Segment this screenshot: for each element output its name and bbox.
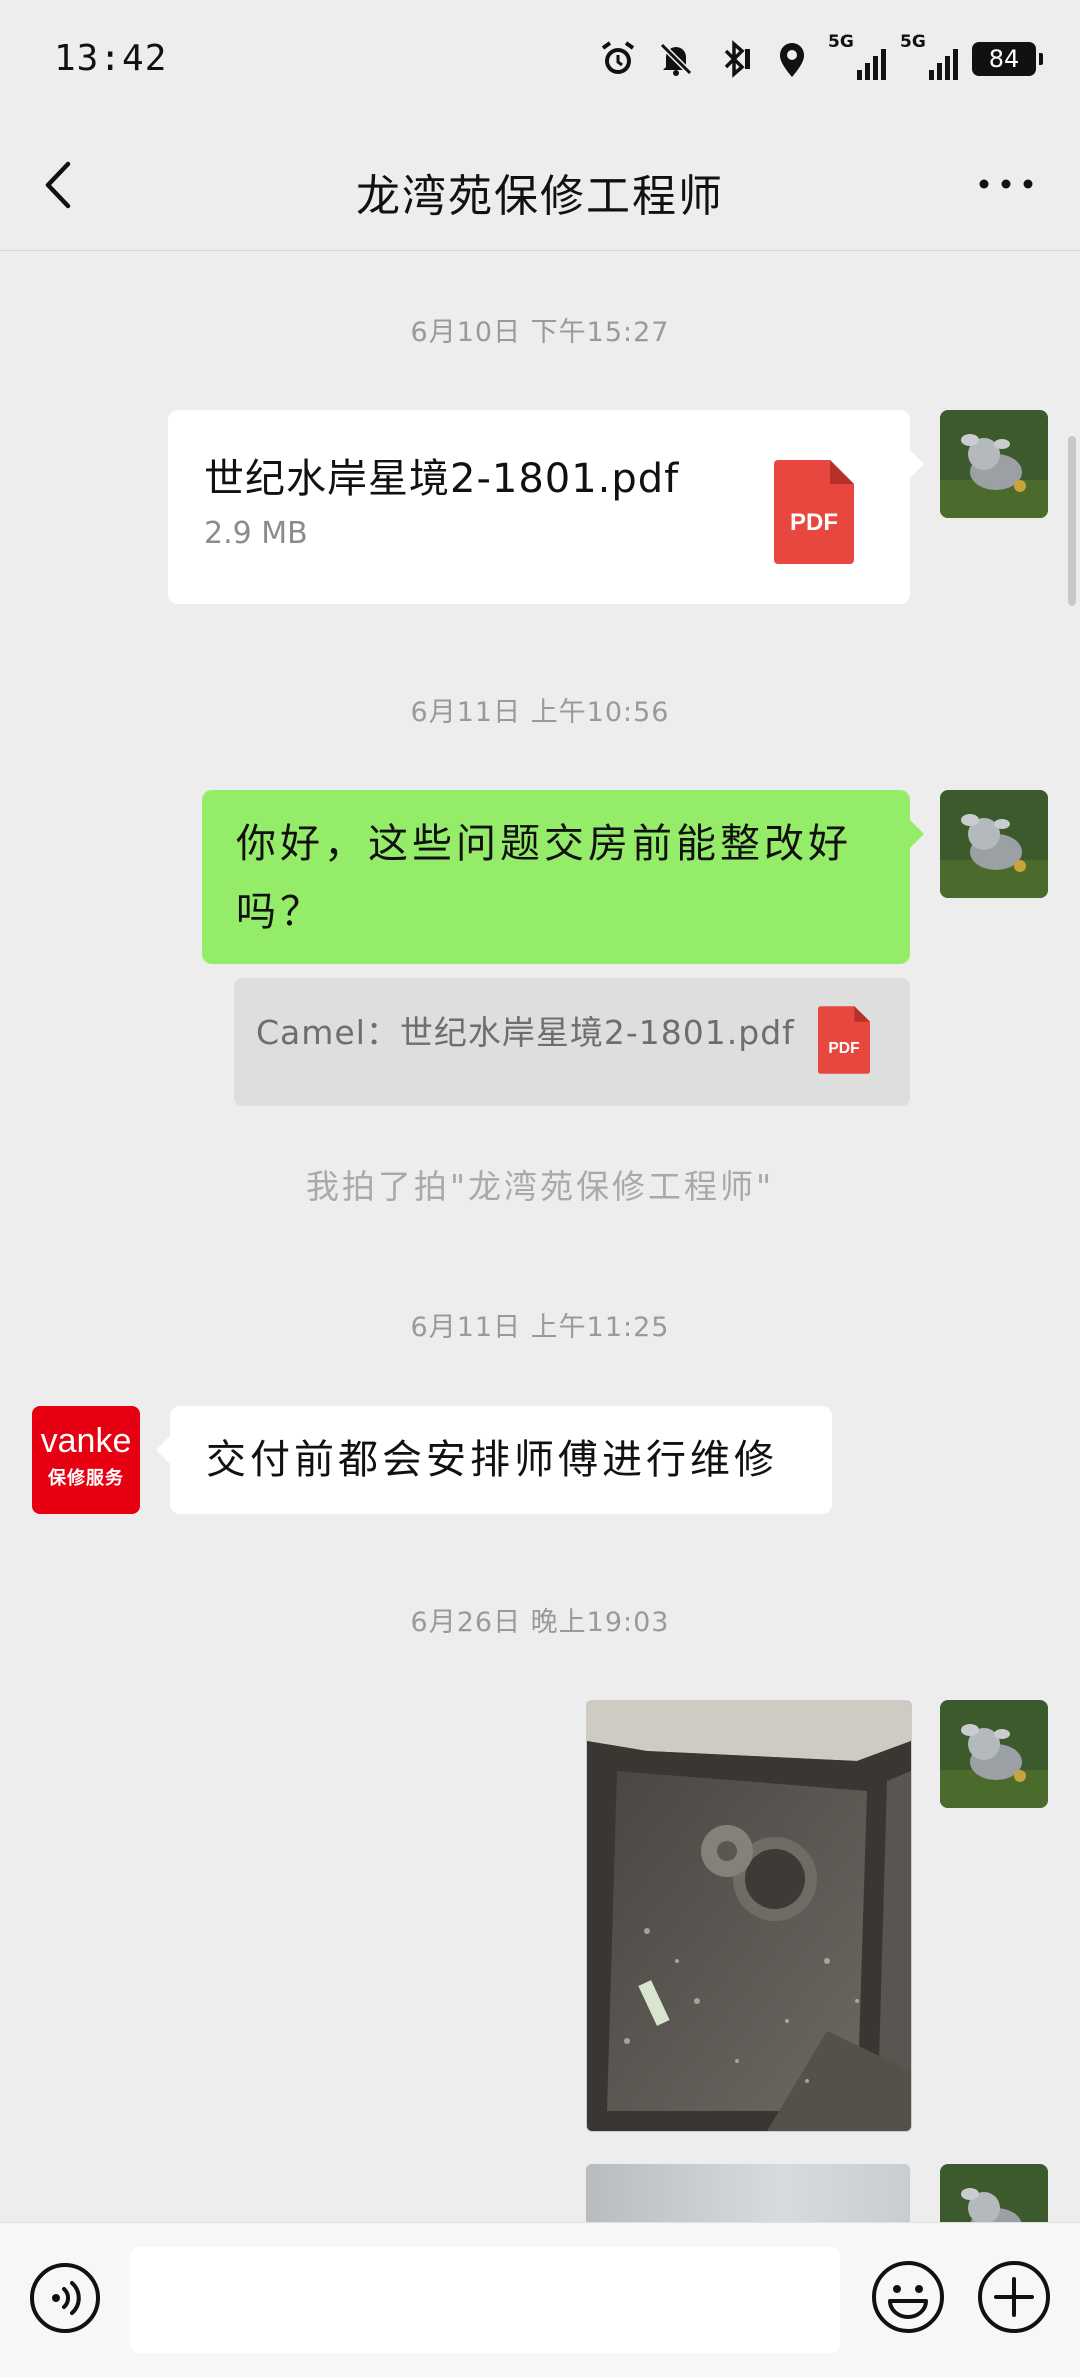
message-text-line2: 吗？ (236, 889, 324, 935)
page-title: 龙湾苑保修工程师 (356, 171, 724, 222)
mute-bell-icon (654, 37, 698, 81)
timestamp: 6月11日 上午11:25 (410, 1312, 670, 1343)
message-input[interactable] (130, 2247, 840, 2353)
voice-icon (30, 2263, 100, 2333)
pdf-file-icon: PDF (774, 460, 854, 568)
more-button[interactable] (976, 172, 1036, 196)
network-label-2: 5G (900, 32, 926, 52)
chat-header: 龙湾苑保修工程师 (0, 120, 1080, 251)
voice-button[interactable] (28, 2261, 102, 2335)
plus-icon (978, 2261, 1050, 2333)
emoji-button[interactable] (870, 2259, 946, 2335)
timestamp: 6月26日 晚上19:03 (410, 1607, 670, 1638)
image-message[interactable] (586, 1700, 912, 2132)
timestamp: 6月11日 上午10:56 (410, 697, 670, 728)
received-message-bubble[interactable]: 交付前都会安排师傅进行维修 (156, 1406, 832, 1514)
message-text-line1: 你好，这些问题交房前能整改好 (236, 821, 852, 867)
svg-text:PDF: PDF (828, 1040, 859, 1057)
image-message[interactable] (586, 2164, 910, 2224)
network-label: 5G (828, 32, 854, 52)
file-name: 世纪水岸星境2-1801.pdf (204, 456, 680, 502)
message-text: 交付前都会安排师傅进行维修 (206, 1437, 778, 1483)
avatar-sub: 保修服务 (48, 1468, 124, 1489)
file-message[interactable]: 世纪水岸星境2-1801.pdf 2.9 MB PDF (168, 410, 924, 604)
pat-notice: 我拍了拍"龙湾苑保修工程师" (305, 1167, 775, 1206)
status-time: 13:42 (54, 38, 168, 79)
svg-text:PDF: PDF (790, 509, 838, 536)
quote-text: Camel：世纪水岸星境2-1801.pdf (256, 1013, 795, 1052)
emoji-icon (872, 2261, 944, 2333)
quoted-file[interactable]: Camel：世纪水岸星境2-1801.pdf PDF (234, 978, 910, 1106)
status-bar: 13:42 5G 5G 84 (0, 0, 1080, 120)
my-avatar[interactable] (940, 2164, 1048, 2222)
file-size: 2.9 MB (204, 516, 308, 551)
my-avatar[interactable] (940, 410, 1048, 518)
sent-message-bubble[interactable]: 你好，这些问题交房前能整改好 吗？ (202, 790, 924, 964)
avatar-brand: vanke (40, 1422, 132, 1460)
timestamp: 6月10日 下午15:27 (410, 317, 670, 348)
input-bar (0, 2222, 1080, 2377)
bluetooth-icon (712, 37, 756, 81)
my-avatar[interactable] (940, 1700, 1048, 1808)
alarm-icon (596, 37, 640, 81)
scrollbar[interactable] (1068, 436, 1076, 606)
my-avatar[interactable] (940, 790, 1048, 898)
contact-avatar[interactable]: vanke 保修服务 (32, 1406, 140, 1514)
more-dots-icon (979, 179, 1033, 189)
sink-photo (587, 1701, 911, 2131)
signal-icon: 5G (828, 32, 886, 82)
status-icons: 5G 5G 84 (596, 32, 1043, 86)
location-icon (770, 37, 814, 81)
plus-button[interactable] (976, 2259, 1052, 2335)
signal-icon-2: 5G (900, 32, 958, 82)
battery-icon: 84 (972, 42, 1043, 76)
pdf-file-icon: PDF (818, 1006, 870, 1078)
